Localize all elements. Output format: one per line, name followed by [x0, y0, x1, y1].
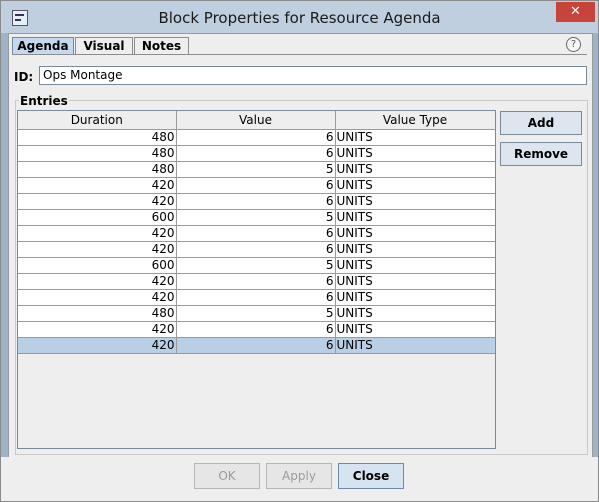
duration-cell[interactable]: 420 — [18, 193, 177, 210]
tab-visual[interactable]: Visual — [75, 37, 133, 55]
duration-cell[interactable]: 480 — [18, 161, 177, 178]
value-cell[interactable]: 5 — [176, 305, 336, 322]
value-cell[interactable]: 6 — [176, 177, 336, 194]
entries-label: Entries — [19, 94, 69, 108]
duration-cell[interactable]: 420 — [18, 321, 177, 338]
dialog-body: Agenda Visual Notes ? ID: Ops Montage En… — [8, 33, 593, 459]
duration-cell[interactable]: 480 — [18, 305, 177, 322]
table-body: 480 6 UNITS 480 6 UNITS 480 5 UNITS 420 6 UNITS 420 6… — [18, 129, 495, 354]
duration-cell[interactable]: 420 — [18, 177, 177, 194]
apply-button[interactable]: Apply — [266, 463, 332, 489]
tab-agenda[interactable]: Agenda — [12, 37, 74, 55]
window-title: Block Properties for Resource Agenda — [158, 9, 441, 27]
remove-button[interactable]: Remove — [500, 142, 582, 166]
value-cell[interactable]: 5 — [176, 161, 336, 178]
entries-table: Duration Value Value Type 480 6 UNITS 480 6 U… — [17, 110, 496, 449]
table-row[interactable]: 420 6 UNITS — [18, 241, 495, 258]
table-row[interactable]: 420 6 UNITS — [18, 321, 495, 338]
value-cell[interactable]: 6 — [176, 289, 336, 306]
value-type-cell[interactable]: UNITS — [335, 161, 495, 178]
duration-cell[interactable]: 600 — [18, 209, 177, 226]
column-header-duration[interactable]: Duration — [18, 111, 177, 130]
value-type-cell[interactable]: UNITS — [335, 273, 495, 290]
duration-cell[interactable]: 420 — [18, 241, 177, 258]
table-row[interactable]: 420 6 UNITS — [18, 289, 495, 306]
duration-cell[interactable]: 420 — [18, 337, 177, 354]
value-cell[interactable]: 6 — [176, 145, 336, 162]
table-row[interactable]: 420 6 UNITS — [18, 225, 495, 242]
duration-cell[interactable]: 480 — [18, 129, 177, 146]
column-header-value[interactable]: Value — [176, 111, 336, 130]
value-cell[interactable]: 6 — [176, 241, 336, 258]
value-cell[interactable]: 6 — [176, 193, 336, 210]
ok-button[interactable]: OK — [194, 463, 260, 489]
value-cell[interactable]: 6 — [176, 225, 336, 242]
value-cell[interactable]: 5 — [176, 257, 336, 274]
duration-cell[interactable]: 420 — [18, 225, 177, 242]
add-button[interactable]: Add — [500, 111, 582, 135]
value-cell[interactable]: 5 — [176, 209, 336, 226]
duration-cell[interactable]: 600 — [18, 257, 177, 274]
value-type-cell[interactable]: UNITS — [335, 177, 495, 194]
table-row[interactable]: 600 5 UNITS — [18, 257, 495, 274]
table-row[interactable]: 420 6 UNITS — [18, 177, 495, 194]
table-row[interactable]: 480 6 UNITS — [18, 129, 495, 146]
table-row[interactable]: 480 5 UNITS — [18, 161, 495, 178]
close-button[interactable]: Close — [338, 463, 404, 489]
value-type-cell[interactable]: UNITS — [335, 321, 495, 338]
duration-cell[interactable]: 480 — [18, 145, 177, 162]
id-label: ID: — [14, 70, 34, 84]
button-bar: OK Apply Close — [1, 457, 598, 501]
value-cell[interactable]: 6 — [176, 129, 336, 146]
value-type-cell[interactable]: UNITS — [335, 193, 495, 210]
value-type-cell[interactable]: UNITS — [335, 241, 495, 258]
value-type-cell[interactable]: UNITS — [335, 305, 495, 322]
help-icon[interactable]: ? — [566, 37, 581, 52]
id-input[interactable]: Ops Montage — [39, 66, 587, 85]
value-type-cell[interactable]: UNITS — [335, 289, 495, 306]
duration-cell[interactable]: 420 — [18, 289, 177, 306]
column-header-value-type[interactable]: Value Type — [335, 111, 495, 130]
window-close-button[interactable]: ✕ — [556, 2, 595, 22]
value-type-cell[interactable]: UNITS — [335, 129, 495, 146]
tab-notes[interactable]: Notes — [134, 37, 189, 55]
table-row[interactable]: 420 6 UNITS — [18, 193, 495, 210]
value-type-cell[interactable]: UNITS — [335, 145, 495, 162]
value-cell[interactable]: 6 — [176, 321, 336, 338]
value-type-cell[interactable]: UNITS — [335, 225, 495, 242]
table-row[interactable]: 480 5 UNITS — [18, 305, 495, 322]
value-type-cell[interactable]: UNITS — [335, 337, 495, 354]
table-row[interactable]: 600 5 UNITS — [18, 209, 495, 226]
dialog-window: Block Properties for Resource Agenda ✕ A… — [0, 0, 599, 502]
value-type-cell[interactable]: UNITS — [335, 209, 495, 226]
value-type-cell[interactable]: UNITS — [335, 257, 495, 274]
duration-cell[interactable]: 420 — [18, 273, 177, 290]
table-row[interactable]: 480 6 UNITS — [18, 145, 495, 162]
value-cell[interactable]: 6 — [176, 273, 336, 290]
table-row[interactable]: 420 6 UNITS — [18, 337, 495, 354]
value-cell[interactable]: 6 — [176, 337, 336, 354]
table-row[interactable]: 420 6 UNITS — [18, 273, 495, 290]
table-header: Duration Value Value Type — [18, 111, 495, 130]
title-bar: Block Properties for Resource Agenda ✕ — [1, 1, 598, 33]
